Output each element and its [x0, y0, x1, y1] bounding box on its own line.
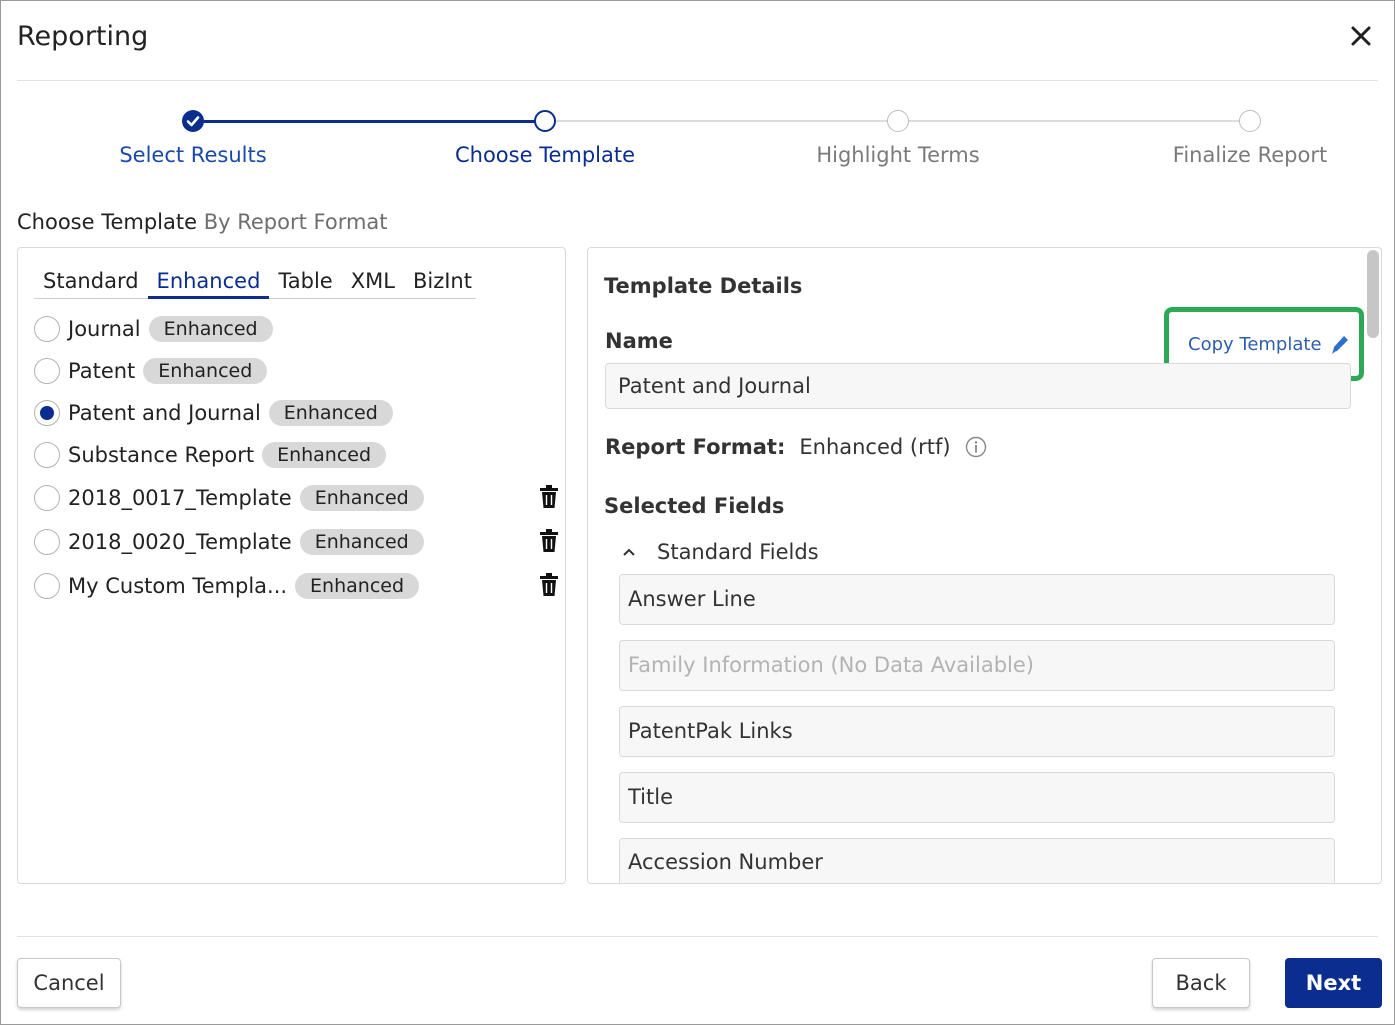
trash-icon[interactable] — [538, 485, 560, 509]
standard-fields-toggle[interactable]: Standard Fields — [621, 540, 819, 564]
template-name: Patent and Journal — [68, 401, 261, 425]
template-item-my-custom-template[interactable]: My Custom Templa... Enhanced — [34, 564, 558, 608]
template-item-2018-0017[interactable]: 2018_0017_Template Enhanced — [34, 476, 558, 520]
field-family-information: Family Information (No Data Available) — [619, 640, 1335, 691]
footer-divider — [17, 936, 1378, 937]
step-choose-template: Choose Template — [454, 143, 636, 167]
template-details-panel: Template Details Name Copy Template Pate… — [587, 247, 1382, 884]
next-button[interactable]: Next — [1285, 958, 1382, 1008]
template-item-patent[interactable]: Patent Enhanced — [34, 350, 554, 392]
dialog-header: Reporting — [17, 1, 1378, 81]
template-name: My Custom Templa... — [68, 574, 288, 598]
dialog-title: Reporting — [17, 21, 149, 52]
tab-enhanced[interactable]: Enhanced — [147, 268, 270, 299]
wizard-stepper: Select Results Choose Template Highlight… — [1, 101, 1395, 181]
stepper-line-complete — [193, 120, 545, 123]
tab-table[interactable]: Table — [269, 268, 341, 299]
template-radio[interactable] — [34, 485, 60, 511]
template-list: Journal Enhanced Patent Enhanced Patent … — [34, 308, 558, 608]
template-item-substance-report[interactable]: Substance Report Enhanced — [34, 434, 554, 476]
report-format-value: Enhanced (rtf) — [799, 435, 951, 459]
template-details-title: Template Details — [604, 274, 803, 298]
chevron-up-icon — [623, 548, 635, 556]
template-radio[interactable] — [34, 573, 60, 599]
trash-icon[interactable] — [538, 573, 560, 597]
tab-bizint[interactable]: BizInt — [404, 268, 481, 299]
section-heading: Choose Template By Report Format — [17, 210, 388, 234]
template-radio[interactable] — [34, 529, 60, 555]
template-radio-selected[interactable] — [34, 400, 60, 426]
section-subtitle: By Report Format — [203, 210, 388, 234]
format-badge: Enhanced — [299, 485, 424, 511]
report-format-row: Report Format: Enhanced (rtf) — [605, 435, 987, 459]
reporting-dialog: Reporting Select Results Choose Template… — [0, 0, 1395, 1025]
copy-template-link[interactable]: Copy Template — [1188, 334, 1322, 355]
template-item-journal[interactable]: Journal Enhanced — [34, 308, 554, 350]
template-list-panel: Standard Enhanced Table XML BizInt Journ… — [17, 247, 566, 884]
step-highlight-terms: Highlight Terms — [816, 143, 980, 167]
cancel-button[interactable]: Cancel — [17, 958, 121, 1008]
name-label: Name — [605, 329, 673, 353]
step-upcoming-indicator — [887, 110, 909, 132]
step-current-indicator — [534, 110, 556, 132]
template-radio[interactable] — [34, 358, 60, 384]
format-badge: Enhanced — [148, 316, 273, 342]
template-radio[interactable] — [34, 316, 60, 342]
template-name: 2018_0020_Template — [68, 530, 292, 554]
field-title[interactable]: Title — [619, 772, 1335, 823]
template-name: Substance Report — [68, 443, 255, 467]
template-item-patent-and-journal[interactable]: Patent and Journal Enhanced — [34, 392, 554, 434]
selected-fields-heading: Selected Fields — [604, 494, 785, 518]
trash-icon[interactable] — [538, 529, 560, 553]
step-complete-check-icon — [182, 110, 204, 132]
field-answer-line[interactable]: Answer Line — [619, 574, 1335, 625]
template-name: Patent — [68, 359, 136, 383]
tab-xml[interactable]: XML — [342, 268, 404, 299]
template-item-2018-0020[interactable]: 2018_0020_Template Enhanced — [34, 520, 558, 564]
field-patentpak-links[interactable]: PatentPak Links — [619, 706, 1335, 757]
format-badge: Enhanced — [268, 400, 393, 426]
format-badge: Enhanced — [295, 573, 420, 599]
section-title: Choose Template — [17, 210, 198, 234]
format-badge: Enhanced — [299, 529, 424, 555]
back-button[interactable]: Back — [1152, 958, 1250, 1008]
report-format-label: Report Format: — [605, 435, 786, 459]
template-radio[interactable] — [34, 442, 60, 468]
tab-standard[interactable]: Standard — [34, 268, 148, 299]
step-select-results[interactable]: Select Results — [119, 143, 266, 167]
format-badge: Enhanced — [262, 442, 387, 468]
format-badge: Enhanced — [143, 358, 268, 384]
step-upcoming-indicator — [1239, 110, 1261, 132]
template-name: 2018_0017_Template — [68, 486, 292, 510]
field-accession-number[interactable]: Accession Number — [619, 838, 1335, 883]
standard-fields-label: Standard Fields — [657, 540, 819, 564]
template-name: Journal — [68, 317, 141, 341]
template-name-field[interactable]: Patent and Journal — [605, 363, 1351, 409]
info-icon[interactable] — [965, 436, 987, 458]
step-finalize-report: Finalize Report — [1172, 143, 1328, 167]
format-tabs: Standard Enhanced Table XML BizInt — [34, 268, 476, 299]
pencil-icon[interactable] — [1329, 332, 1351, 356]
details-scrollbar[interactable] — [1367, 250, 1379, 338]
close-icon[interactable] — [1346, 21, 1376, 51]
